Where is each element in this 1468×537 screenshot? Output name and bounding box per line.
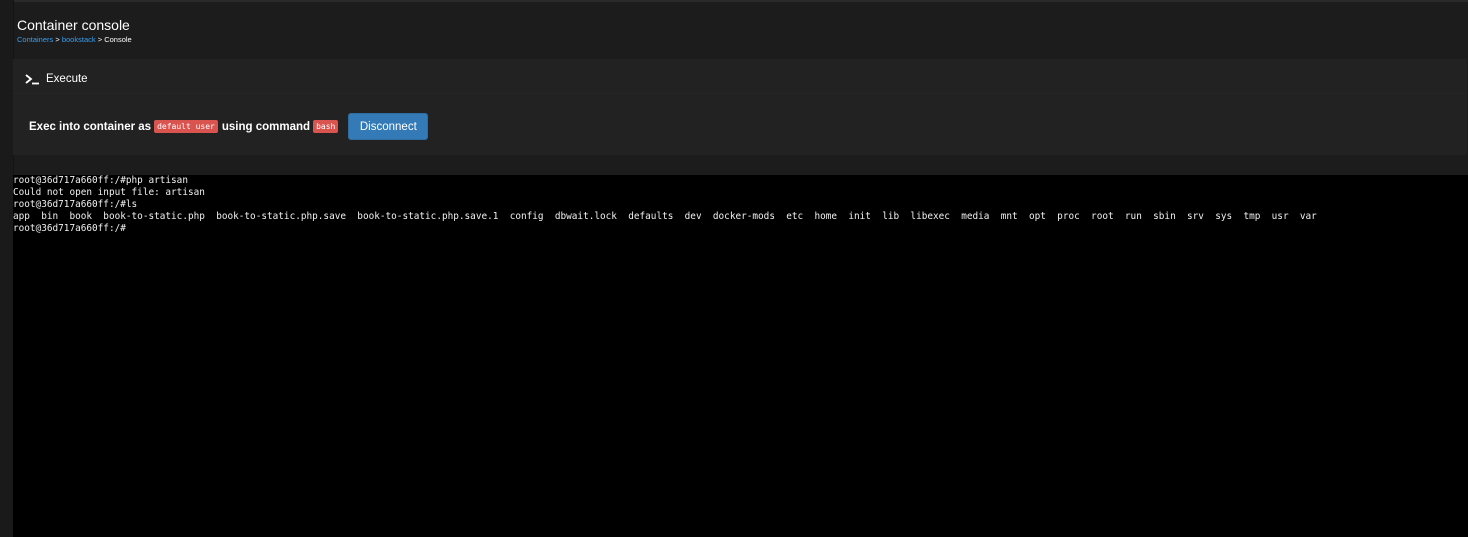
sidebar-edge: [0, 0, 14, 537]
execute-panel-heading: Execute: [25, 71, 88, 87]
top-divider: [0, 0, 1468, 2]
breadcrumb-current: Console: [104, 35, 132, 44]
breadcrumb-containers-link[interactable]: Containers: [17, 35, 53, 44]
breadcrumb-bookstack-link[interactable]: bookstack: [62, 35, 96, 44]
breadcrumb: Containers > bookstack > Console: [17, 35, 132, 45]
command-label: using command: [221, 120, 311, 133]
terminal-line: root@36d717a660ff:/#php artisan: [13, 175, 188, 186]
panel-divider: [13, 93, 1467, 94]
breadcrumb-separator: >: [95, 35, 105, 44]
terminal-icon: [25, 73, 41, 85]
terminal-line: Could not open input file: artisan: [13, 187, 205, 198]
terminal-line: root@36d717a660ff:/#ls: [13, 199, 138, 210]
page-header: Container console Containers > bookstack…: [17, 16, 132, 45]
user-badge: default user: [154, 120, 218, 133]
command-badge: bash: [313, 120, 339, 133]
disconnect-button[interactable]: Disconnect: [348, 113, 429, 140]
breadcrumb-separator: >: [53, 35, 62, 44]
execute-panel: Execute Exec into container as default u…: [13, 59, 1467, 155]
page-title: Container console: [17, 17, 130, 33]
exec-prefix-label: Exec into container as: [29, 120, 152, 133]
terminal-console[interactable]: root@36d717a660ff:/#php artisan Could no…: [13, 175, 1468, 537]
console-page: Container console Containers > bookstack…: [0, 0, 1468, 537]
exec-info-row: Exec into container as default user usin…: [29, 113, 429, 140]
terminal-output: root@36d717a660ff:/#php artisan Could no…: [13, 175, 1468, 235]
execute-heading-label: Execute: [46, 73, 88, 85]
terminal-line: root@36d717a660ff:/#: [13, 223, 126, 234]
terminal-line: app bin book book-to-static.php book-to-…: [13, 211, 1317, 222]
